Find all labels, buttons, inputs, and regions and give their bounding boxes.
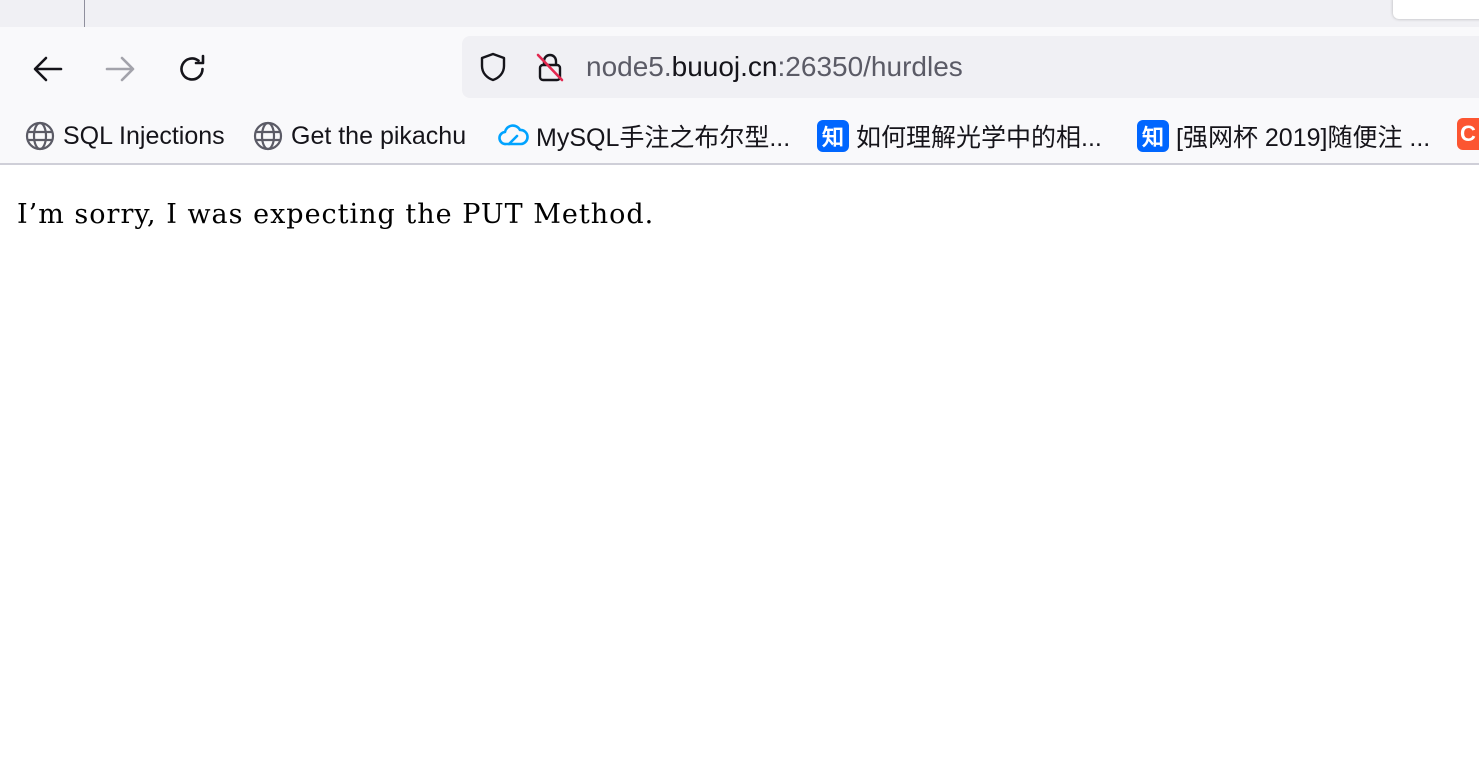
bookmark-label: SQL Injections (63, 121, 225, 150)
navigation-toolbar: node5.buuoj.cn:26350/hurdles (0, 27, 1479, 109)
reload-button[interactable] (168, 45, 216, 93)
tab-divider (84, 0, 85, 27)
url-prefix: node5. (586, 51, 672, 82)
globe-icon (24, 120, 56, 152)
bookmark-label: 如何理解光学中的相... (856, 124, 1102, 152)
zhihu-icon-glyph: 知 (817, 120, 849, 152)
forward-button[interactable] (96, 45, 144, 93)
bookmark-label: [强网杯 2019]随便注 ... (1176, 124, 1431, 152)
zhihu-icon: 知 (1137, 120, 1169, 152)
url-text[interactable]: node5.buuoj.cn:26350/hurdles (586, 51, 963, 83)
globe-icon (252, 120, 284, 152)
url-suffix: :26350/hurdles (777, 51, 963, 82)
url-bar[interactable]: node5.buuoj.cn:26350/hurdles (462, 36, 1479, 98)
arrow-left-icon (33, 56, 63, 82)
page-content: I’m sorry, I was expecting the PUT Metho… (0, 165, 1479, 764)
tab-active[interactable] (1393, 0, 1479, 19)
insecure-lock-icon (536, 53, 564, 82)
bookmark-sql-injections[interactable]: SQL Injections (24, 119, 225, 153)
shield-icon (480, 52, 506, 82)
bookmark-label: MySQL手注之布尔型... (536, 124, 791, 152)
cloud-icon (497, 120, 529, 152)
bookmark-csdn-overflow[interactable]: C (1457, 118, 1479, 150)
reload-icon (180, 54, 205, 81)
tracking-protection-button[interactable] (477, 51, 509, 83)
zhihu-icon: 知 (817, 120, 849, 152)
bookmark-mysql-boolean[interactable]: MySQL手注之布尔型... (497, 119, 790, 153)
bookmarks-toolbar: SQL Injections Get the pikachu MySQL手注之布… (0, 109, 1479, 165)
bookmark-qwb-2019[interactable]: 知 [强网杯 2019]随便注 ... (1137, 119, 1430, 153)
bookmark-get-the-pikachu[interactable]: Get the pikachu (252, 119, 466, 153)
bookmark-label: Get the pikachu (291, 121, 467, 150)
zhihu-icon-glyph: 知 (1137, 120, 1169, 152)
tab-strip (0, 0, 1479, 27)
site-security-button[interactable] (534, 51, 566, 83)
back-button[interactable] (24, 45, 72, 93)
url-host: buuoj.cn (671, 51, 778, 82)
response-message: I’m sorry, I was expecting the PUT Metho… (17, 199, 655, 230)
arrow-right-icon (105, 56, 135, 82)
csdn-icon: C (1460, 121, 1476, 146)
bookmark-zhihu-optics[interactable]: 知 如何理解光学中的相... (817, 119, 1102, 153)
